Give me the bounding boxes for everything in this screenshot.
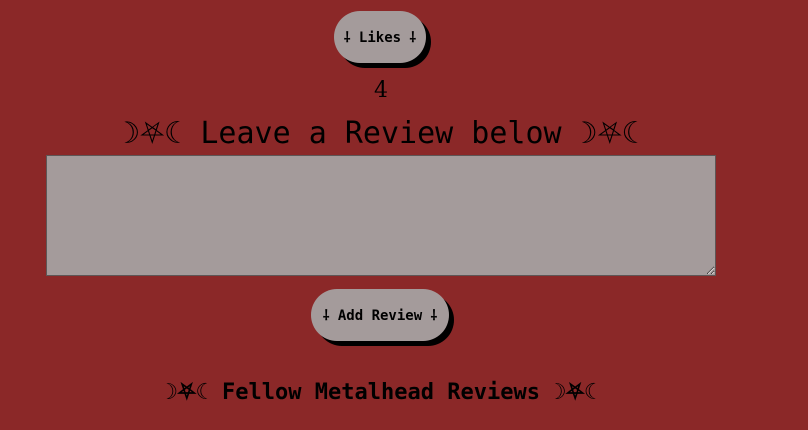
add-review-button[interactable]: ⸸ Add Review ⸸ xyxy=(311,289,449,341)
likes-button[interactable]: ⸸ Likes ⸸ xyxy=(334,11,426,63)
leave-review-heading-text: Leave a Review below xyxy=(182,116,580,151)
crescent-pentagram-icon: ☽⛧☾ xyxy=(164,380,209,405)
crescent-pentagram-icon: ☽⛧☾ xyxy=(553,380,598,405)
crescent-pentagram-icon: ☽⛧☾ xyxy=(122,116,183,151)
review-input[interactable] xyxy=(46,155,716,276)
reviews-heading: ☽⛧☾ Fellow Metalhead Reviews ☽⛧☾ xyxy=(0,377,762,409)
reviews-heading-text: Fellow Metalhead Reviews xyxy=(208,380,554,405)
like-count: 4 xyxy=(374,78,388,103)
crescent-pentagram-icon: ☽⛧☾ xyxy=(579,116,640,151)
leave-review-heading: ☽⛧☾ Leave a Review below ☽⛧☾ xyxy=(0,113,762,155)
